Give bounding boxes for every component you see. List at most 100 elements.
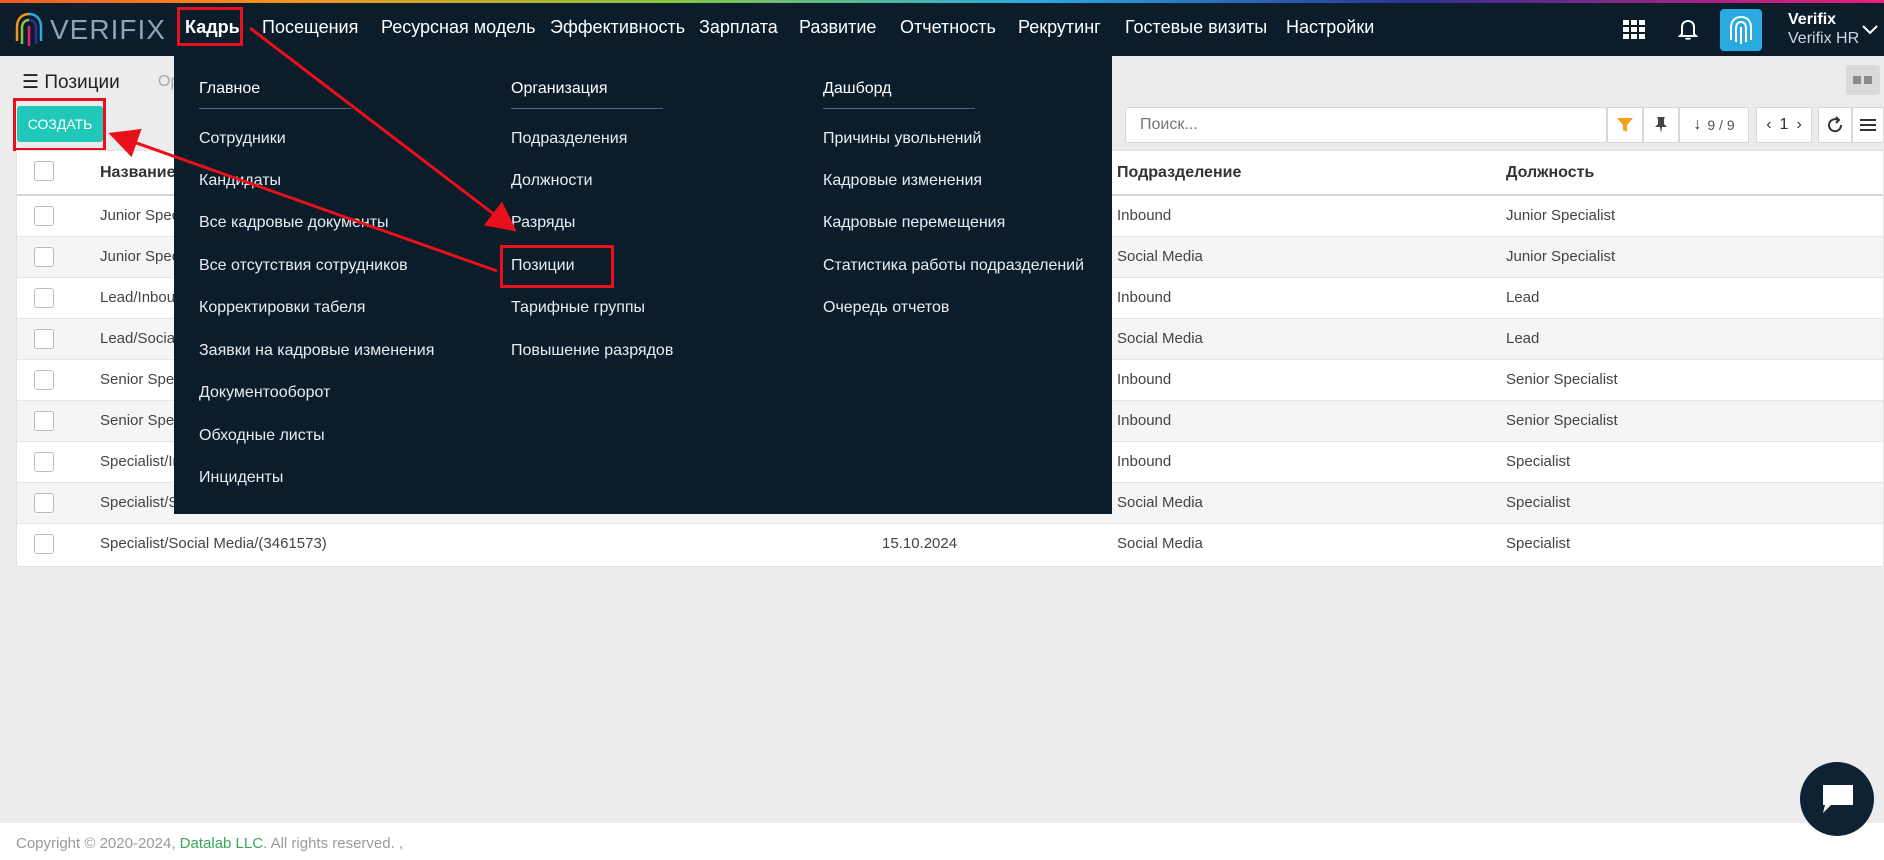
menu-item-document-flow[interactable]: Документооборот bbox=[199, 384, 330, 402]
view-switch-button[interactable] bbox=[1846, 65, 1880, 95]
menu-item-divisions[interactable]: Подразделения bbox=[511, 130, 627, 148]
fingerprint-logo-icon bbox=[15, 12, 43, 46]
menu-item-candidates[interactable]: Кандидаты bbox=[199, 172, 281, 190]
menu-item-division-stats[interactable]: Статистика работы подразделений bbox=[823, 257, 1084, 275]
highlight-menu-positions bbox=[500, 245, 614, 288]
row-checkbox[interactable] bbox=[34, 329, 54, 349]
cell-name: Junior Spec bbox=[100, 207, 180, 224]
nav-item-attendance[interactable]: Посещения bbox=[262, 17, 358, 38]
chevron-left-icon[interactable]: ‹ bbox=[1766, 116, 1771, 134]
cell-division: Social Media bbox=[1117, 494, 1203, 511]
chat-icon bbox=[1823, 785, 1853, 813]
pin-icon[interactable] bbox=[1643, 107, 1679, 143]
cell-job: Lead bbox=[1506, 330, 1540, 347]
menu-item-report-queue[interactable]: Очередь отчетов bbox=[823, 299, 949, 317]
cell-name: Specialist/S bbox=[100, 494, 179, 511]
cell-name: Specialist/Social Media/(3461573) bbox=[100, 535, 327, 552]
page-title: ☰ Позиции bbox=[22, 72, 120, 93]
search-input[interactable] bbox=[1125, 107, 1607, 143]
column-header-name[interactable]: Название bbox=[100, 164, 176, 182]
list-menu-icon[interactable] bbox=[1852, 107, 1884, 143]
user-company[interactable]: Verifix HR bbox=[1788, 30, 1859, 48]
row-checkbox[interactable] bbox=[34, 493, 54, 513]
menu-item-jobs[interactable]: Должности bbox=[511, 172, 593, 190]
nav-item-guest-visits[interactable]: Гостевые визиты bbox=[1125, 17, 1267, 38]
table-row[interactable]: Specialist/Social Media/(3461573) 15.10.… bbox=[17, 524, 1883, 565]
row-checkbox[interactable] bbox=[34, 206, 54, 226]
menu-item-ranks[interactable]: Разряды bbox=[511, 214, 575, 232]
apps-grid-icon[interactable] bbox=[1622, 17, 1648, 43]
menu-column-title-organization: Организация bbox=[511, 80, 663, 109]
cell-name: Senior Spec bbox=[100, 412, 182, 429]
row-checkbox[interactable] bbox=[34, 288, 54, 308]
menu-item-hr-transfers[interactable]: Кадровые перемещения bbox=[823, 214, 1005, 232]
select-all-checkbox[interactable] bbox=[34, 161, 54, 181]
cell-division: Inbound bbox=[1117, 412, 1172, 429]
menu-item-hr-changes[interactable]: Кадровые изменения bbox=[823, 172, 982, 190]
avatar[interactable] bbox=[1720, 9, 1762, 51]
cell-name: Lead/Social bbox=[100, 330, 179, 347]
menu-column-title-main: Главное bbox=[199, 80, 351, 109]
menu-item-rank-promotion[interactable]: Повышение разрядов bbox=[511, 342, 673, 360]
cell-job: Senior Specialist bbox=[1506, 412, 1618, 429]
menu-item-employees[interactable]: Сотрудники bbox=[199, 130, 286, 148]
nav-item-salary[interactable]: Зарплата bbox=[699, 17, 778, 38]
cell-name: Senior Spec bbox=[100, 371, 182, 388]
cell-job: Specialist bbox=[1506, 453, 1571, 470]
cell-division: Inbound bbox=[1117, 453, 1172, 470]
menu-item-timesheet-corrections[interactable]: Корректировки табеля bbox=[199, 299, 365, 317]
sort-count[interactable]: ↓ 9 / 9 bbox=[1679, 107, 1749, 143]
row-checkbox[interactable] bbox=[34, 370, 54, 390]
cell-job: Specialist bbox=[1506, 535, 1571, 552]
chevron-right-icon[interactable]: › bbox=[1796, 116, 1801, 134]
cell-job: Lead bbox=[1506, 289, 1540, 306]
cell-job: Specialist bbox=[1506, 494, 1571, 511]
row-checkbox[interactable] bbox=[34, 452, 54, 472]
menu-item-tariff-groups[interactable]: Тарифные группы bbox=[511, 299, 645, 317]
cell-name: Specialist/In bbox=[100, 453, 181, 470]
column-header-job[interactable]: Должность bbox=[1506, 164, 1594, 182]
pagination[interactable]: ‹ 1 › bbox=[1756, 107, 1812, 143]
fingerprint-icon bbox=[1730, 16, 1752, 44]
cell-name: Lead/Inbou bbox=[100, 289, 176, 306]
nav-item-reports[interactable]: Отчетность bbox=[900, 17, 996, 38]
chat-button[interactable] bbox=[1800, 762, 1874, 836]
cell-job: Junior Specialist bbox=[1506, 248, 1616, 265]
kadry-mega-menu: Главное Организация Дашборд Сотрудники К… bbox=[174, 56, 1112, 514]
menu-item-incidents[interactable]: Инциденты bbox=[199, 469, 283, 487]
cell-division: Inbound bbox=[1117, 371, 1172, 388]
cell-division: Social Media bbox=[1117, 535, 1203, 552]
menu-item-clearance-sheets[interactable]: Обходные листы bbox=[199, 427, 325, 445]
user-name[interactable]: Verifix bbox=[1788, 11, 1836, 29]
row-checkbox[interactable] bbox=[34, 411, 54, 431]
row-checkbox[interactable] bbox=[34, 534, 54, 554]
menu-item-dismissal-reasons[interactable]: Причины увольнений bbox=[823, 130, 981, 148]
menu-toggle-icon[interactable]: ☰ bbox=[22, 72, 39, 93]
top-navbar: VERIFIX Кадры Посещения Ресурсная модель… bbox=[0, 3, 1884, 56]
chevron-down-icon[interactable] bbox=[1860, 19, 1884, 45]
menu-item-all-absences[interactable]: Все отсутствия сотрудников bbox=[199, 257, 408, 275]
bell-icon[interactable] bbox=[1676, 17, 1702, 43]
menu-item-hr-change-requests[interactable]: Заявки на кадровые изменения bbox=[199, 342, 434, 360]
nav-item-efficiency[interactable]: Эффективность bbox=[550, 17, 685, 38]
column-header-division[interactable]: Подразделение bbox=[1117, 164, 1241, 182]
page-number: 1 bbox=[1779, 116, 1789, 133]
nav-item-development[interactable]: Развитие bbox=[799, 17, 876, 38]
menu-item-all-hr-documents[interactable]: Все кадровые документы bbox=[199, 214, 389, 232]
filter-icon[interactable] bbox=[1607, 107, 1643, 143]
cell-job: Junior Specialist bbox=[1506, 207, 1616, 224]
copyright: Copyright © 2020-2024, Datalab LLC. All … bbox=[16, 835, 404, 852]
record-count: 9 / 9 bbox=[1707, 117, 1735, 133]
brand-logo[interactable]: VERIFIX bbox=[14, 10, 166, 50]
nav-item-resource-model[interactable]: Ресурсная модель bbox=[381, 17, 536, 38]
nav-item-settings[interactable]: Настройки bbox=[1286, 17, 1374, 38]
company-link[interactable]: Datalab LLC bbox=[180, 835, 263, 852]
nav-item-recruiting[interactable]: Рекрутинг bbox=[1018, 17, 1101, 38]
highlight-create-button bbox=[13, 98, 106, 151]
brand-name: VERIFIX bbox=[50, 14, 166, 45]
cell-division: Inbound bbox=[1117, 289, 1172, 306]
refresh-icon[interactable] bbox=[1818, 107, 1852, 143]
row-checkbox[interactable] bbox=[34, 247, 54, 267]
cell-division: Social Media bbox=[1117, 248, 1203, 265]
arrow-down-icon: ↓ bbox=[1693, 116, 1702, 133]
